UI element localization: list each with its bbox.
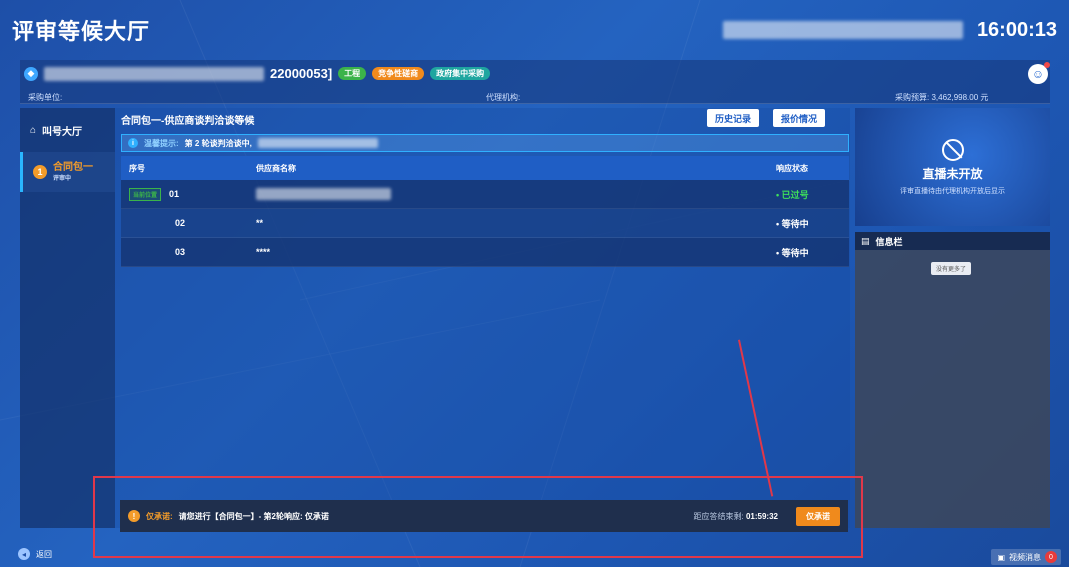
- project-info-bar: ◆ 22000053] 工程 竞争性磋商 政府集中采购 采购单位: 代理机构: …: [20, 60, 1050, 104]
- redacted-supplier: [256, 188, 391, 200]
- sidebar-item-label: 叫号大厅: [42, 126, 83, 138]
- live-subtitle: 评审直播待由代理机构开放后显示: [900, 187, 1005, 195]
- video-label: 视频消息: [1009, 552, 1041, 562]
- table-row: 当前位置 01 • 已过号: [121, 180, 849, 209]
- no-video-icon: [941, 138, 964, 161]
- tag-engineering: 工程: [338, 67, 367, 80]
- redacted-project-name: [44, 66, 264, 81]
- annotation-box: [93, 476, 863, 558]
- video-message-button[interactable]: ▣ 视频消息 0: [991, 549, 1061, 565]
- redacted-user: [722, 21, 963, 39]
- message-icon: ▤: [861, 235, 870, 246]
- live-stream-panel: 直播未开放 评审直播待由代理机构开放后显示: [855, 108, 1050, 226]
- back-icon: ◂: [18, 548, 30, 560]
- clock: 16:00:13: [976, 18, 1057, 41]
- back-label: 返回: [36, 549, 52, 559]
- sidebar: ⌂ 叫号大厅 1 合同包一 评审中: [20, 108, 115, 528]
- no-more-label: 没有更多了: [931, 262, 972, 275]
- sidebar-item-package[interactable]: 1 合同包一 评审中: [20, 152, 115, 192]
- info-panel: ▤ 信息栏 没有更多了: [855, 232, 1050, 528]
- table-row: 03 **** • 等待中: [121, 238, 849, 267]
- header-no: 序号: [129, 163, 145, 173]
- assistant-robot-icon[interactable]: ☺: [1028, 62, 1050, 84]
- package-status: 评审中: [53, 175, 72, 182]
- main-panel: 合同包一-供应商谈判洽谈等候 历史记录 报价情况 i 温馨提示: 第 2 轮谈判…: [115, 108, 850, 528]
- budget-info: 采购预算: 3,462,998.00 元: [895, 92, 988, 103]
- notice-key: 温馨提示:: [144, 138, 179, 148]
- tag-procurement: 政府集中采购: [430, 67, 491, 80]
- header-name: 供应商名称: [256, 163, 296, 173]
- purchaser-label: 采购单位:: [28, 93, 63, 102]
- row-name: ****: [256, 247, 271, 257]
- table-header: 序号 供应商名称 响应状态: [121, 156, 849, 180]
- table-row: 02 ** • 等待中: [121, 209, 849, 238]
- agency-label: 代理机构:: [486, 93, 521, 102]
- notification-dot: [1044, 62, 1050, 68]
- quote-button[interactable]: 报价情况: [773, 109, 826, 127]
- budget-value: 3,462,998.00 元: [931, 93, 989, 102]
- home-icon: ⌂: [30, 124, 37, 136]
- info-title: 信息栏: [875, 236, 903, 247]
- live-title: 直播未开放: [922, 166, 983, 181]
- project-code: 22000053]: [270, 66, 333, 81]
- history-button[interactable]: 历史记录: [707, 109, 760, 127]
- notice-banner: i 温馨提示: 第 2 轮谈判洽谈中,: [121, 134, 849, 152]
- row-no: 03: [175, 247, 186, 257]
- top-bar: 评审等候大厅 16:00:13: [0, 0, 1069, 60]
- tag-method: 竞争性磋商: [372, 67, 425, 80]
- row-status: • 等待中: [776, 218, 809, 229]
- main-heading: 合同包一-供应商谈判洽谈等候: [121, 116, 255, 127]
- info-icon: i: [128, 138, 138, 148]
- row-status: • 等待中: [776, 247, 809, 258]
- right-column: 直播未开放 评审直播待由代理机构开放后显示 ▤ 信息栏 没有更多了: [855, 108, 1050, 528]
- package-badge: 1: [33, 165, 47, 179]
- video-count-badge: 0: [1045, 551, 1057, 563]
- row-name: **: [256, 218, 264, 228]
- row-status: • 已过号: [776, 189, 809, 200]
- row-no: 01: [169, 189, 180, 199]
- row-no: 02: [175, 218, 186, 228]
- notice-text: 第 2 轮谈判洽谈中,: [184, 138, 252, 148]
- video-icon: ▣: [997, 552, 1005, 562]
- header-status: 响应状态: [776, 163, 808, 173]
- project-icon: ◆: [24, 66, 38, 81]
- current-position-tag: 当前位置: [129, 187, 162, 201]
- page-title: 评审等候大厅: [12, 19, 151, 44]
- redacted-notice: [257, 138, 378, 148]
- supplier-table: 序号 供应商名称 响应状态 当前位置 01 • 已过号 02 ** • 等待中 …: [121, 156, 849, 267]
- sidebar-item-hall[interactable]: ⌂ 叫号大厅: [20, 108, 115, 152]
- budget-label: 采购预算:: [895, 93, 930, 102]
- package-label: 合同包一: [53, 161, 93, 173]
- back-link[interactable]: ◂ 返回: [18, 548, 52, 560]
